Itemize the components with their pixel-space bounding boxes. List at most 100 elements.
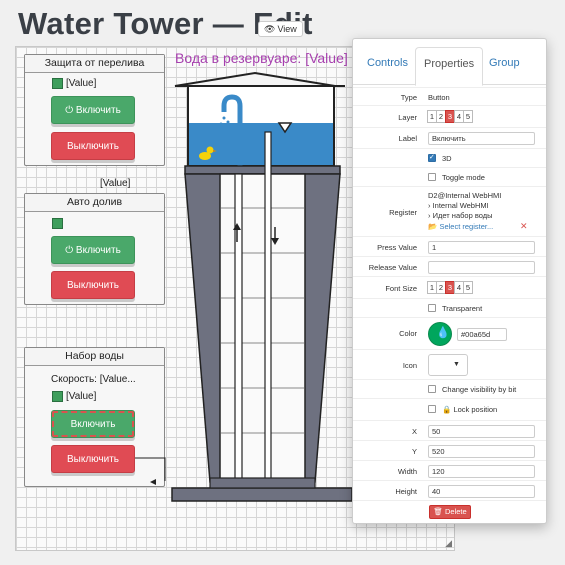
release-label: Release Value: [368, 263, 417, 272]
fontsize-label: Font Size: [385, 284, 417, 293]
view-button-label: View: [277, 24, 297, 34]
autofill-off-label: Выключить: [66, 280, 120, 291]
tower-deck: [184, 165, 341, 175]
fontsize-option-5[interactable]: 5: [463, 281, 473, 294]
register-select-label: Select register...: [439, 222, 494, 231]
power-icon: ⏻: [65, 245, 74, 256]
row-fontsize: Font Size 1 2 3 4 5: [353, 276, 546, 298]
view-button[interactable]: 👁 View: [258, 21, 303, 37]
color-input[interactable]: #00a65d: [457, 328, 507, 341]
register-item[interactable]: › Идет набор воды: [428, 211, 493, 220]
x-label: X: [411, 427, 417, 436]
down-pipe: [264, 131, 272, 483]
delete-label: Delete: [444, 507, 467, 516]
x-input[interactable]: 50: [428, 425, 535, 438]
toggle-checkbox[interactable]: [428, 173, 436, 181]
y-input[interactable]: 520: [428, 445, 535, 458]
group-title: Защита от перелива: [25, 55, 164, 73]
autofill-on-label: Включить: [75, 245, 121, 256]
remove-register-icon[interactable]: ✕: [520, 221, 528, 232]
row-transparent: Transparent: [353, 298, 546, 317]
release-input[interactable]: [428, 261, 535, 274]
overflow-off-button[interactable]: Выключить: [51, 132, 135, 160]
transparent-label: Transparent: [442, 304, 483, 313]
properties-panel: Controls Properties Group Type Button La…: [352, 38, 547, 524]
register-select-link[interactable]: 📂 Select register...: [428, 222, 493, 231]
visibility-checkbox[interactable]: [428, 385, 436, 393]
row-type: Type Button: [353, 87, 546, 105]
autofill-on-button[interactable]: ⏻ Включить: [51, 236, 135, 264]
y-label: Y: [411, 447, 417, 456]
register-source: D2@Internal WebHMI: [428, 191, 502, 200]
fill-speed: Скорость: [Value...: [51, 374, 136, 385]
fill-off-button[interactable]: Выключить: [51, 445, 135, 473]
color-label: Color: [399, 329, 417, 338]
row-toggle: Toggle mode: [353, 167, 546, 186]
fontsize-selector: 1 2 3 4 5: [427, 281, 473, 294]
fill-off-label: Выключить: [66, 454, 120, 465]
droplet-icon: 💧: [436, 327, 450, 339]
label-label: Label: [398, 134, 417, 143]
tab-group[interactable]: Group: [481, 47, 528, 85]
icon-label: Icon: [402, 361, 417, 370]
layer-option-5[interactable]: 5: [463, 110, 473, 123]
register-item-label: Идет набор воды: [432, 211, 493, 220]
fill-on-button[interactable]: Включить: [51, 410, 135, 438]
row-icon: Icon ▼: [353, 349, 546, 379]
row-3d: 3D: [353, 148, 546, 167]
row-width: Width 120: [353, 460, 546, 480]
tower-title: Вода в резервуаре: [Value]: [175, 50, 348, 66]
icon-dropdown[interactable]: ▼: [428, 354, 468, 376]
layer-label: Layer: [398, 113, 417, 122]
width-input[interactable]: 120: [428, 465, 535, 478]
resize-grip-icon[interactable]: ◢: [445, 538, 452, 549]
type-value: Button: [428, 93, 450, 102]
register-node[interactable]: › Internal WebHMI: [428, 201, 489, 210]
delete-button[interactable]: 🗑 Delete: [429, 505, 471, 519]
row-lock: 🔒 Lock position: [353, 398, 546, 420]
label-input[interactable]: Включить: [428, 132, 535, 145]
overflow-indicator: [52, 78, 63, 89]
tab-properties[interactable]: Properties: [415, 47, 484, 86]
toggle-label: Toggle mode: [442, 173, 485, 182]
row-delete: 🗑 Delete: [353, 500, 546, 524]
height-label: Height: [395, 487, 417, 496]
width-label: Width: [397, 467, 417, 476]
row-x: X 50: [353, 420, 546, 440]
threed-label: 3D: [442, 154, 452, 163]
overflow-value: [Value]: [66, 78, 97, 89]
lock-label-text: Lock position: [453, 405, 498, 414]
transparent-checkbox[interactable]: [428, 304, 436, 312]
row-height: Height 40: [353, 480, 546, 500]
trash-icon: 🗑: [433, 507, 443, 516]
overflow-on-label: Включить: [75, 105, 121, 116]
pipe-connector: [135, 457, 166, 485]
threed-checkbox[interactable]: [428, 153, 436, 162]
folder-icon: 📂: [428, 222, 438, 231]
lock-checkbox[interactable]: [428, 405, 436, 413]
tower-base: [171, 487, 353, 502]
height-input[interactable]: 40: [428, 485, 535, 498]
autofill-off-button[interactable]: Выключить: [51, 271, 135, 299]
row-color: Color 💧 #00a65d: [353, 317, 546, 349]
color-swatch[interactable]: 💧: [428, 322, 452, 346]
power-icon: ⏻: [65, 105, 74, 116]
lock-icon: 🔒: [442, 405, 452, 414]
overflow-off-label: Выключить: [66, 141, 120, 152]
fill-indicator: [52, 391, 63, 402]
register-label: Register: [389, 208, 417, 217]
group-title: Авто долив: [25, 194, 164, 212]
row-register: Register D2@Internal WebHMI › Internal W…: [353, 186, 546, 236]
row-release: Release Value: [353, 256, 546, 276]
press-input[interactable]: 1: [428, 241, 535, 254]
autofill-indicator: [52, 218, 63, 229]
overflow-on-button[interactable]: ⏻ Включить: [51, 96, 135, 124]
register-node-label: Internal WebHMI: [432, 201, 489, 210]
tab-controls[interactable]: Controls: [359, 47, 416, 85]
group-title: Набор воды: [25, 348, 164, 366]
layer-selector: 1 2 3 4 5: [427, 110, 473, 123]
row-label: Label Включить: [353, 127, 546, 148]
visibility-label: Change visibility by bit: [442, 385, 517, 394]
panel-tabs: Controls Properties Group: [353, 39, 546, 86]
press-label: Press Value: [377, 243, 417, 252]
